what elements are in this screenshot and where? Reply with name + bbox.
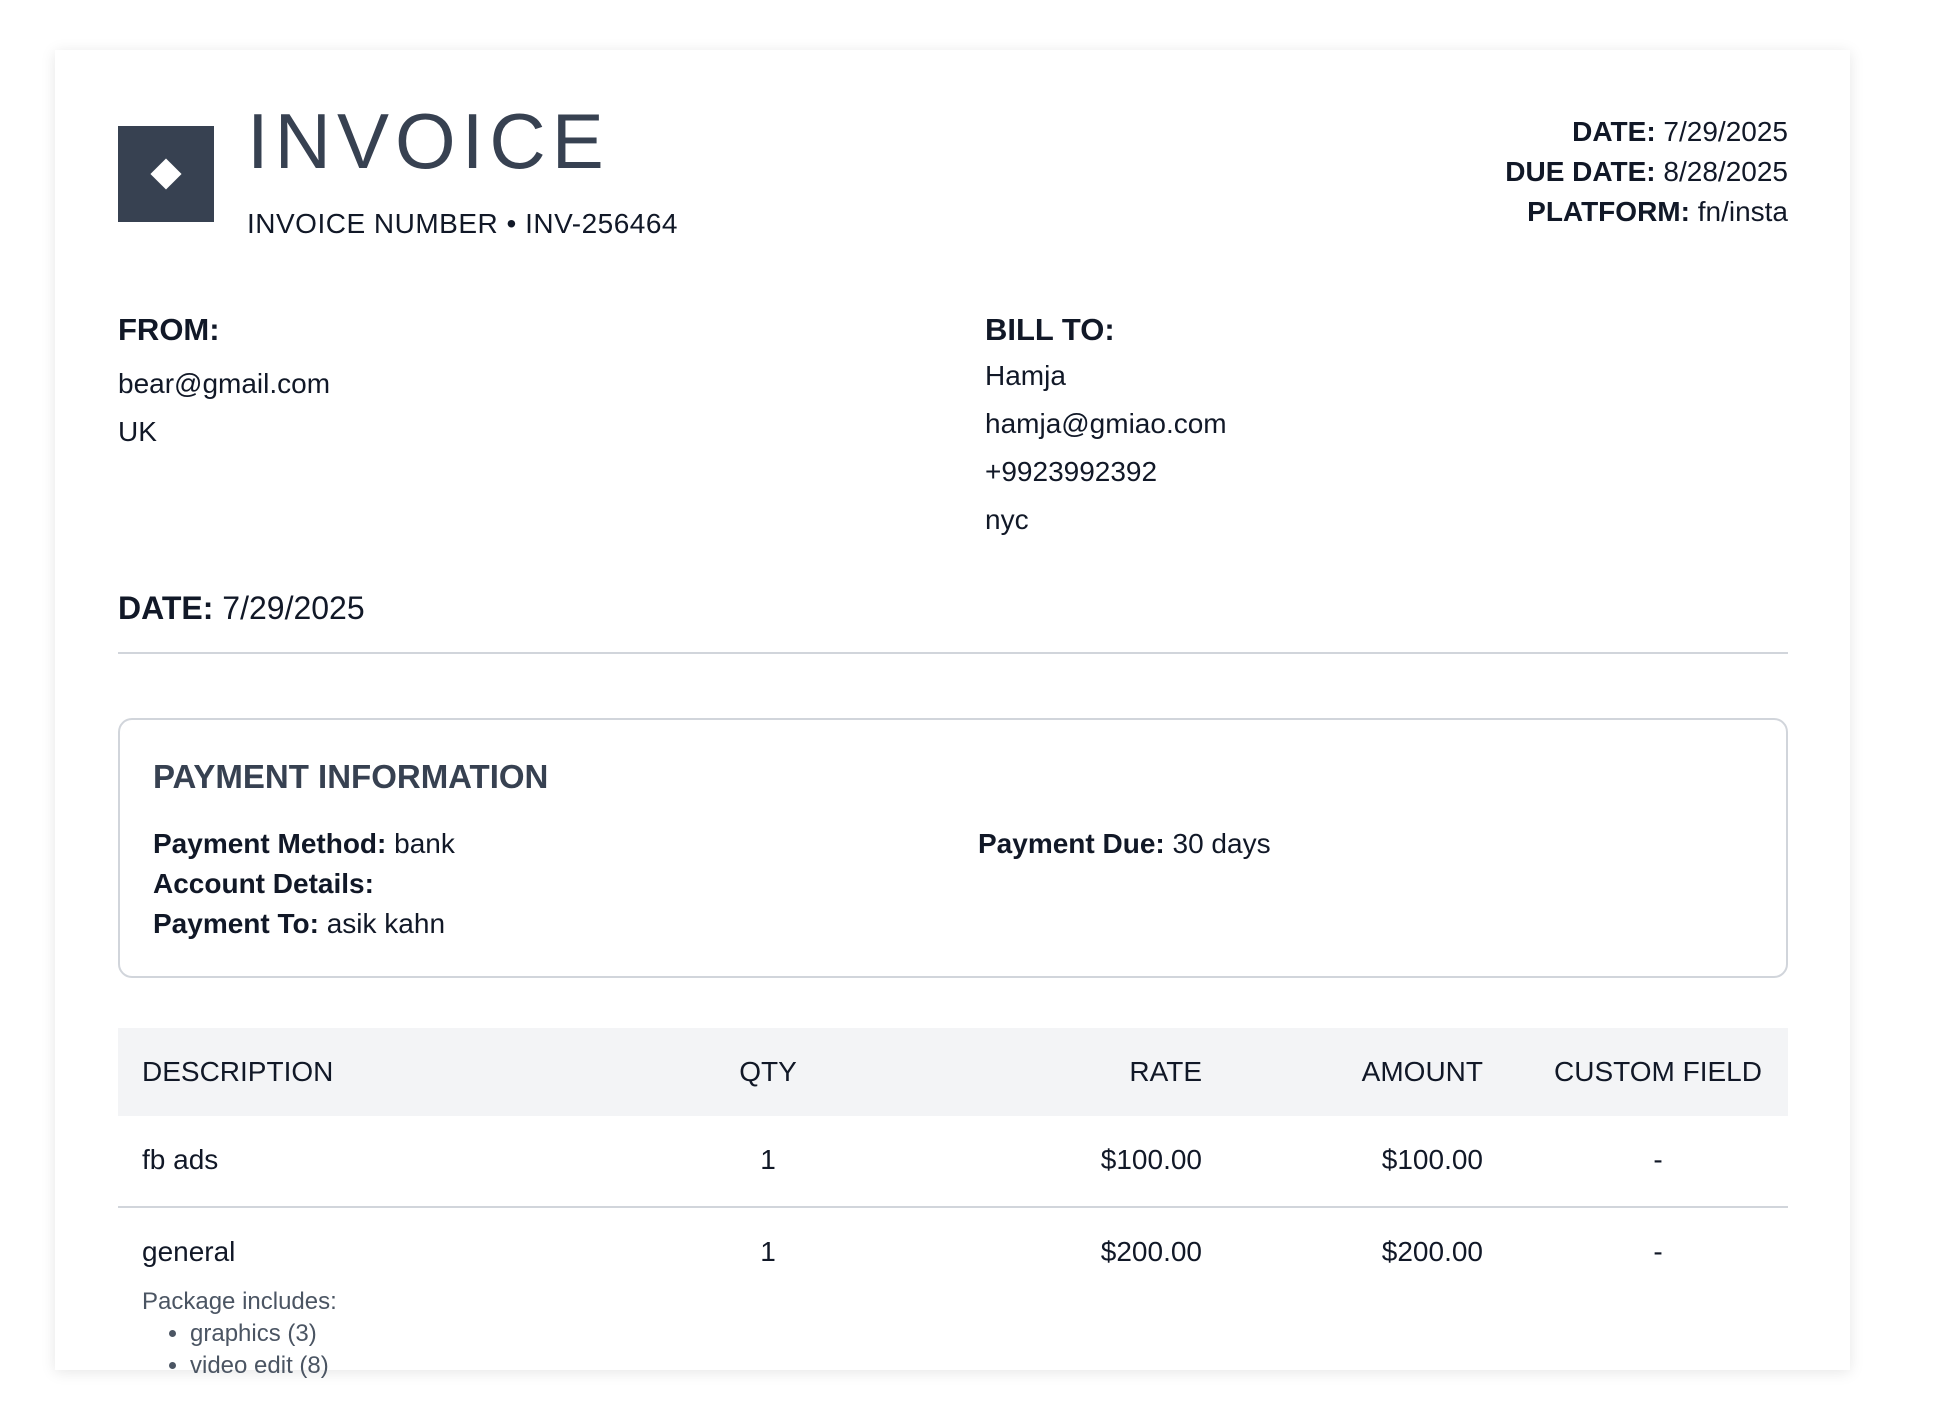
meta-date-value: 7/29/2025 — [1663, 116, 1788, 147]
meta-due-date: DUE DATE: 8/28/2025 — [1505, 152, 1788, 192]
payment-method-value: bank — [394, 828, 455, 859]
header-description: DESCRIPTION — [142, 1056, 334, 1087]
table-header: DESCRIPTION QTY RATE AMOUNT CUSTOM FIELD — [118, 1028, 1788, 1116]
invoice-sheet: INVOICE INVOICE NUMBER • INV-256464 DATE… — [55, 50, 1850, 1379]
row-custom-field: - — [1653, 1144, 1663, 1175]
payment-to-value: asik kahn — [326, 908, 446, 939]
meta-platform: PLATFORM: fn/insta — [1505, 192, 1788, 232]
table-row: general 1 $200.00 $200.00 - Package incl… — [118, 1208, 1788, 1408]
diamond-icon — [150, 158, 182, 190]
table-row: fb ads 1 $100.00 $100.00 - — [118, 1116, 1788, 1208]
bill-to-name: Hamja — [985, 360, 1066, 391]
row-description: fb ads — [142, 1144, 219, 1175]
from-heading: FROM: — [118, 312, 220, 347]
package-details: Package includes: graphics (3) video edi… — [142, 1286, 337, 1382]
row-amount: $200.00 — [1381, 1236, 1483, 1267]
package-label: Package includes: — [142, 1288, 337, 1315]
date-label: DATE: — [118, 590, 214, 626]
row-custom-field: - — [1653, 1236, 1663, 1267]
meta-platform-label: PLATFORM: — [1527, 196, 1690, 227]
row-rate: $100.00 — [1100, 1144, 1202, 1175]
logo — [118, 126, 214, 222]
payment-due-value: 30 days — [1172, 828, 1271, 859]
header-qty: QTY — [739, 1056, 797, 1087]
invoice-date-row: DATE: 7/29/2025 — [118, 590, 365, 627]
payment-info-title: PAYMENT INFORMATION — [153, 758, 549, 795]
package-item: video edit (8) — [190, 1350, 337, 1382]
payment-method-label: Payment Method: — [153, 828, 387, 859]
meta-due-value: 8/28/2025 — [1663, 156, 1788, 187]
header-amount: AMOUNT — [1361, 1056, 1483, 1087]
package-item-list: graphics (3) video edit (8) — [142, 1318, 337, 1382]
invoice-title: INVOICE — [247, 97, 610, 185]
bill-to-city: nyc — [985, 504, 1029, 535]
row-qty: 1 — [760, 1144, 776, 1175]
section-divider — [118, 652, 1788, 654]
row-qty: 1 — [760, 1236, 776, 1267]
from-country: UK — [118, 416, 157, 447]
payment-info-box: PAYMENT INFORMATION Payment Method: bank… — [118, 718, 1788, 978]
account-details-label: Account Details: — [153, 868, 374, 899]
header-custom-field: CUSTOM FIELD — [1554, 1056, 1762, 1087]
invoice-number: INVOICE NUMBER • INV-256464 — [247, 208, 678, 239]
payment-details-left: Payment Method: bank Account Details: Pa… — [153, 824, 455, 944]
meta-date-label: DATE: — [1572, 116, 1656, 147]
header-rate: RATE — [1129, 1056, 1202, 1087]
bill-to-heading: BILL TO: — [985, 312, 1115, 347]
meta-platform-value: fn/insta — [1697, 196, 1788, 227]
bill-to-email: hamja@gmiao.com — [985, 408, 1227, 439]
account-details: Account Details: — [153, 864, 455, 904]
bill-to-phone: +9923992392 — [985, 456, 1158, 487]
payment-due-label: Payment Due: — [978, 828, 1165, 859]
package-item: graphics (3) — [190, 1318, 337, 1350]
from-email: bear@gmail.com — [118, 368, 331, 399]
payment-details-right: Payment Due: 30 days — [978, 824, 1271, 864]
row-amount: $100.00 — [1381, 1144, 1483, 1175]
date-value: 7/29/2025 — [222, 590, 365, 626]
bill-to-section: BILL TO: Hamja hamja@gmiao.com +99239923… — [985, 312, 1227, 544]
row-description: general — [142, 1236, 236, 1267]
line-items-table: DESCRIPTION QTY RATE AMOUNT CUSTOM FIELD… — [118, 1028, 1788, 1408]
row-rate: $200.00 — [1100, 1236, 1202, 1267]
payment-to-label: Payment To: — [153, 908, 319, 939]
payment-due: Payment Due: 30 days — [978, 824, 1271, 864]
payment-to: Payment To: asik kahn — [153, 904, 455, 944]
from-section: FROM: bear@gmail.com UK — [118, 312, 330, 456]
payment-method: Payment Method: bank — [153, 824, 455, 864]
meta-due-label: DUE DATE: — [1505, 156, 1656, 187]
meta-date: DATE: 7/29/2025 — [1505, 112, 1788, 152]
invoice-meta: DATE: 7/29/2025 DUE DATE: 8/28/2025 PLAT… — [1505, 112, 1788, 232]
